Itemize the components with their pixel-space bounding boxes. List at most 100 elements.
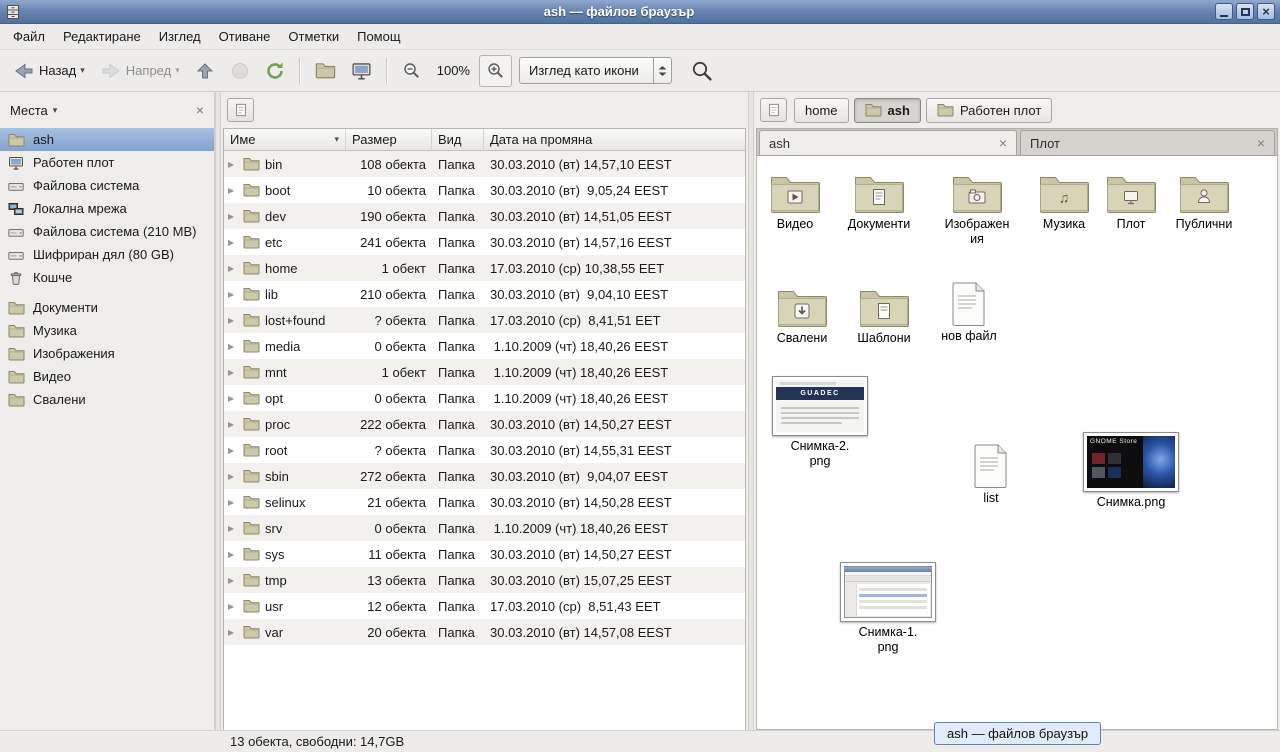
zoom-in-button[interactable] — [479, 55, 512, 87]
icon-view-item[interactable]: нов файл — [924, 282, 1014, 344]
icon-view-item[interactable]: Изображен ия — [932, 172, 1022, 247]
sidebar-title[interactable]: Места — [10, 103, 48, 118]
combo-spinner-icon[interactable] — [653, 58, 671, 83]
expander-icon[interactable]: ▶ — [228, 576, 238, 585]
back-history-chevron-icon[interactable]: ▾ — [80, 65, 85, 76]
stop-button[interactable] — [223, 55, 257, 87]
icon-view-item[interactable]: GNOME StoreСнимка.png — [1076, 432, 1186, 510]
sidebar-item-4[interactable]: Файлова система (210 MB) — [0, 220, 214, 243]
sidebar-item-0[interactable]: ash — [0, 128, 214, 151]
search-button[interactable] — [683, 55, 721, 87]
table-row[interactable]: ▶dev190 обектаПапка30.03.2010 (вт) 14,51… — [224, 203, 745, 229]
expander-icon[interactable]: ▶ — [228, 316, 238, 325]
expander-icon[interactable]: ▶ — [228, 394, 238, 403]
table-row[interactable]: ▶proc222 обектаПапка30.03.2010 (вт) 14,5… — [224, 411, 745, 437]
icon-view-canvas[interactable]: ВидеоДокументиИзображен ия♫МузикаПлотПуб… — [756, 156, 1278, 730]
expander-icon[interactable]: ▶ — [228, 524, 238, 533]
column-header-name[interactable]: Име ▾ — [224, 129, 346, 151]
table-row[interactable]: ▶tmp13 обектаПапка30.03.2010 (вт) 15,07,… — [224, 567, 745, 593]
menu-item-3[interactable]: Отиване — [210, 25, 280, 48]
expander-icon[interactable]: ▶ — [228, 420, 238, 429]
tab-close-icon[interactable]: × — [1249, 135, 1265, 151]
expander-icon[interactable]: ▶ — [228, 446, 238, 455]
table-row[interactable]: ▶lost+found? обектаПапка17.03.2010 (ср) … — [224, 307, 745, 333]
sidebar-item-7[interactable]: Документи — [0, 296, 214, 319]
menu-item-4[interactable]: Отметки — [279, 25, 348, 48]
location-toggle-button[interactable] — [227, 98, 254, 122]
forward-button[interactable]: Напред ▾ — [93, 55, 187, 87]
expander-icon[interactable]: ▶ — [228, 550, 238, 559]
table-row[interactable]: ▶usr12 обектаПапка17.03.2010 (ср) 8,51,4… — [224, 593, 745, 619]
menu-item-0[interactable]: Файл — [4, 25, 54, 48]
table-row[interactable]: ▶boot10 обектаПапка30.03.2010 (вт) 9,05,… — [224, 177, 745, 203]
expander-icon[interactable]: ▶ — [228, 160, 238, 169]
expander-icon[interactable]: ▶ — [228, 368, 238, 377]
table-row[interactable]: ▶srv0 обектаПапка 1.10.2009 (чт) 18,40,2… — [224, 515, 745, 541]
table-row[interactable]: ▶home1 обектПапка17.03.2010 (ср) 10,38,5… — [224, 255, 745, 281]
menu-item-2[interactable]: Изглед — [150, 25, 210, 48]
icon-view-item[interactable]: Публични — [1159, 172, 1249, 232]
icon-view-item[interactable]: list — [946, 444, 1036, 506]
expander-icon[interactable]: ▶ — [228, 498, 238, 507]
titlebar[interactable]: ash — файлов браузър × — [0, 0, 1280, 24]
expander-icon[interactable]: ▶ — [228, 628, 238, 637]
icon-view-item[interactable]: Документи — [834, 172, 924, 232]
expander-icon[interactable]: ▶ — [228, 472, 238, 481]
breadcrumb-2[interactable]: Работен плот — [926, 98, 1052, 123]
forward-history-chevron-icon[interactable]: ▾ — [175, 65, 180, 76]
menu-item-1[interactable]: Редактиране — [54, 25, 150, 48]
menu-item-5[interactable]: Помощ — [348, 25, 409, 48]
sidebar-item-10[interactable]: Видео — [0, 365, 214, 388]
table-row[interactable]: ▶selinux21 обектаПапка30.03.2010 (вт) 14… — [224, 489, 745, 515]
computer-button[interactable] — [344, 55, 379, 87]
table-row[interactable]: ▶lib210 обектаПапка30.03.2010 (вт) 9,04,… — [224, 281, 745, 307]
sidebar-close-icon[interactable]: × — [196, 102, 204, 118]
minimize-button[interactable] — [1215, 3, 1233, 20]
expander-icon[interactable]: ▶ — [228, 186, 238, 195]
table-row[interactable]: ▶media0 обектаПапка 1.10.2009 (чт) 18,40… — [224, 333, 745, 359]
sidebar-item-8[interactable]: Музика — [0, 319, 214, 342]
column-header-type[interactable]: Вид — [432, 129, 484, 151]
icon-view-item[interactable]: Свалени — [757, 286, 847, 346]
table-row[interactable]: ▶opt0 обектаПапка 1.10.2009 (чт) 18,40,2… — [224, 385, 745, 411]
sidebar-mode-chevron-icon[interactable]: ▾ — [53, 105, 58, 116]
back-button[interactable]: Назад ▾ — [6, 55, 92, 87]
close-button[interactable]: × — [1257, 3, 1275, 20]
expander-icon[interactable]: ▶ — [228, 342, 238, 351]
table-row[interactable]: ▶root? обектаПапка30.03.2010 (вт) 14,55,… — [224, 437, 745, 463]
column-header-size[interactable]: Размер — [346, 129, 432, 151]
expander-icon[interactable]: ▶ — [228, 212, 238, 221]
table-row[interactable]: ▶bin108 обектаПапка30.03.2010 (вт) 14,57… — [224, 151, 745, 177]
breadcrumb-1[interactable]: ash — [854, 98, 921, 123]
reload-button[interactable] — [258, 55, 292, 87]
icon-view-item[interactable]: Снимка-1. png — [833, 562, 943, 655]
table-row[interactable]: ▶etc241 обектаПапка30.03.2010 (вт) 14,57… — [224, 229, 745, 255]
sidebar-item-6[interactable]: Кошче — [0, 266, 214, 289]
zoom-out-button[interactable] — [395, 55, 428, 87]
sidebar-item-11[interactable]: Свалени — [0, 388, 214, 411]
sidebar-item-5[interactable]: Шифриран дял (80 GB) — [0, 243, 214, 266]
location-toggle-button[interactable] — [760, 98, 787, 122]
sidebar-item-2[interactable]: Файлова система — [0, 174, 214, 197]
up-button[interactable] — [188, 55, 222, 87]
table-row[interactable]: ▶mnt1 обектПапка 1.10.2009 (чт) 18,40,26… — [224, 359, 745, 385]
table-row[interactable]: ▶var20 обектаПапка30.03.2010 (вт) 14,57,… — [224, 619, 745, 645]
table-row[interactable]: ▶sbin272 обектаПапка30.03.2010 (вт) 9,04… — [224, 463, 745, 489]
home-button[interactable] — [308, 55, 343, 87]
tab-1[interactable]: Плот× — [1020, 130, 1275, 155]
icon-view-item[interactable]: Шаблони — [839, 286, 929, 346]
tab-0[interactable]: ash× — [759, 130, 1017, 155]
table-row[interactable]: ▶sys11 обектаПапка30.03.2010 (вт) 14,50,… — [224, 541, 745, 567]
expander-icon[interactable]: ▶ — [228, 290, 238, 299]
expander-icon[interactable]: ▶ — [228, 602, 238, 611]
icon-view-item[interactable]: GUADECСнимка-2. png — [765, 376, 875, 469]
maximize-button[interactable] — [1236, 3, 1254, 20]
sidebar-item-9[interactable]: Изображения — [0, 342, 214, 365]
expander-icon[interactable]: ▶ — [228, 238, 238, 247]
sidebar-item-1[interactable]: Работен плот — [0, 151, 214, 174]
tab-close-icon[interactable]: × — [991, 135, 1007, 151]
sidebar-item-3[interactable]: Локална мрежа — [0, 197, 214, 220]
view-mode-select[interactable]: Изглед като икони — [519, 57, 672, 84]
column-header-date[interactable]: Дата на промяна — [484, 129, 745, 151]
breadcrumb-0[interactable]: home — [794, 98, 849, 123]
